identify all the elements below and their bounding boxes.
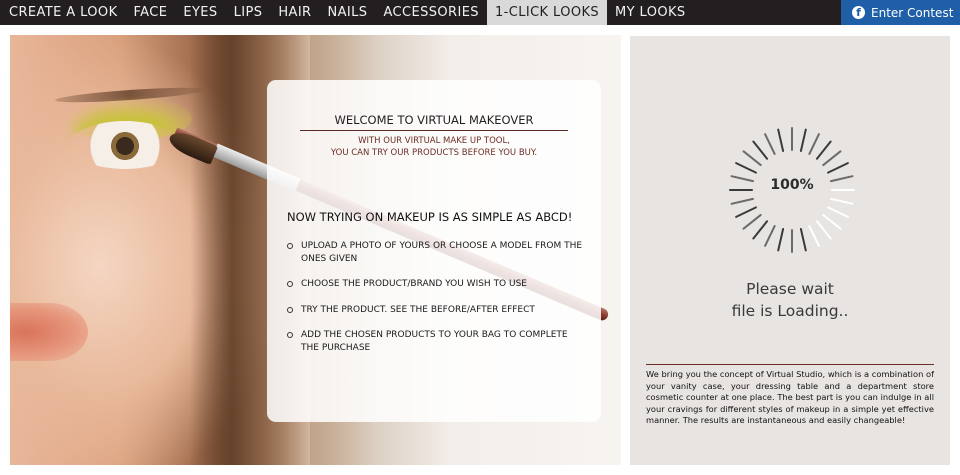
spinner-tick (808, 133, 820, 155)
enter-contest-button[interactable]: f Enter Contest (841, 0, 960, 25)
facebook-icon: f (852, 6, 865, 19)
welcome-subtitle-line1: WITH OUR VIRTUAL MAKE UP TOOL, (358, 136, 510, 146)
hero-eye (70, 121, 180, 169)
step-item: CHOOSE THE PRODUCT/BRAND YOU WISH TO USE (287, 278, 587, 291)
about-divider (646, 364, 934, 365)
nav-my-looks[interactable]: MY LOOKS (607, 0, 694, 25)
spinner-tick (799, 128, 807, 153)
nav-lips[interactable]: LIPS (226, 0, 271, 25)
nav-nails[interactable]: NAILS (320, 0, 376, 25)
spinner-tick (742, 150, 762, 167)
welcome-subtitle: WITH OUR VIRTUAL MAKE UP TOOL, YOU CAN T… (287, 135, 581, 159)
steps-heading: NOW TRYING ON MAKEUP IS AS SIMPLE AS ABC… (287, 210, 573, 224)
nav-hair[interactable]: HAIR (270, 0, 319, 25)
welcome-subtitle-line2: YOU CAN TRY OUR PRODUCTS BEFORE YOU BUY. (330, 148, 538, 158)
spinner-tick (815, 220, 832, 240)
spinner-tick (764, 225, 776, 247)
steps-list: UPLOAD A PHOTO OF YOURS OR CHOOSE A MODE… (287, 240, 587, 367)
step-item: ADD THE CHOSEN PRODUCTS TO YOUR BAG TO C… (287, 329, 587, 354)
step-item: UPLOAD A PHOTO OF YOURS OR CHOOSE A MODE… (287, 240, 587, 265)
spinner-tick (735, 162, 757, 174)
about-text: We bring you the concept of Virtual Stud… (646, 369, 934, 425)
welcome-panel: WELCOME TO VIRTUAL MAKEOVER WITH OUR VIR… (267, 80, 601, 422)
spinner-tick (815, 140, 832, 160)
top-nav: CREATE A LOOK FACE EYES LIPS HAIR NAILS … (0, 0, 960, 25)
loading-message-line2: file is Loading.. (731, 302, 849, 320)
nav-create-a-look[interactable]: CREATE A LOOK (0, 0, 126, 25)
spinner-tick (730, 197, 755, 205)
spinner-tick (742, 213, 762, 230)
spinner-tick (799, 227, 807, 252)
step-item: TRY THE PRODUCT. SEE THE BEFORE/AFTER EF… (287, 304, 587, 317)
spinner-tick (822, 150, 842, 167)
loading-message-line1: Please wait (746, 280, 834, 298)
spinner-tick (752, 220, 769, 240)
spinner-tick (829, 197, 854, 205)
spinner-tick (808, 225, 820, 247)
loading-panel: 100% Please wait file is Loading.. We br… (630, 36, 950, 465)
nav-1-click-looks[interactable]: 1-CLICK LOOKS (486, 0, 608, 25)
spinner-tick (735, 206, 757, 218)
loading-message: Please wait file is Loading.. (630, 278, 950, 322)
enter-contest-label: Enter Contest (871, 5, 954, 20)
nav-face[interactable]: FACE (126, 0, 176, 25)
hero-lips (10, 303, 88, 361)
loading-percentage: 100% (770, 177, 814, 193)
spinner-tick (764, 133, 776, 155)
spinner-tick (777, 227, 785, 252)
spinner-tick (827, 206, 849, 218)
spinner-tick (752, 140, 769, 160)
spinner-tick (777, 128, 785, 153)
nav-eyes[interactable]: EYES (175, 0, 225, 25)
spinner-tick (827, 162, 849, 174)
nav-accessories[interactable]: ACCESSORIES (375, 0, 487, 25)
welcome-title: WELCOME TO VIRTUAL MAKEOVER (300, 113, 568, 131)
spinner-tick (822, 213, 842, 230)
